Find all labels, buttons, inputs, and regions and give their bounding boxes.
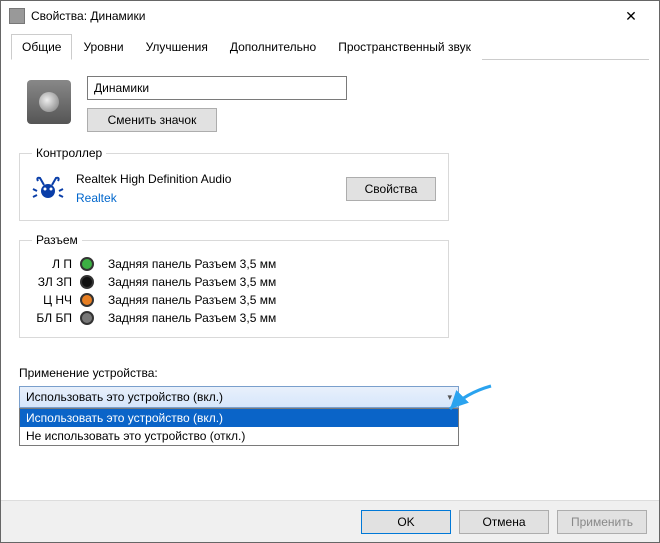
- controller-group: Контроллер Realtek High Definition Audio…: [19, 146, 449, 221]
- controller-properties-button[interactable]: Свойства: [346, 177, 436, 201]
- jacks-group: Разъем Л П Задняя панель Разъем 3,5 мм З…: [19, 233, 449, 338]
- jack-dot-orange: [80, 293, 94, 307]
- device-usage-select[interactable]: Использовать это устройство (вкл.) ▾ Исп…: [19, 386, 459, 408]
- jack-label: БЛ БП: [32, 311, 72, 325]
- jack-label: Л П: [32, 257, 72, 271]
- close-button[interactable]: ✕: [611, 1, 651, 31]
- jack-label: ЗЛ ЗП: [32, 275, 72, 289]
- ok-button[interactable]: OK: [361, 510, 451, 534]
- tab-levels[interactable]: Уровни: [72, 34, 134, 60]
- dialog-footer: OK Отмена Применить: [1, 500, 659, 542]
- tab-content-general: Сменить значок Контроллер Realtek High D…: [1, 60, 659, 424]
- controller-vendor-link[interactable]: Realtek: [76, 191, 117, 205]
- usage-option-disabled[interactable]: Не использовать это устройство (откл.): [20, 427, 458, 445]
- usage-option-enabled[interactable]: Использовать это устройство (вкл.): [20, 409, 458, 427]
- app-icon: [9, 8, 25, 24]
- jack-dot-green: [80, 257, 94, 271]
- device-usage-label: Применение устройства:: [19, 366, 641, 380]
- jacks-legend: Разъем: [32, 233, 82, 247]
- controller-legend: Контроллер: [32, 146, 106, 160]
- tab-general[interactable]: Общие: [11, 34, 72, 60]
- cancel-button[interactable]: Отмена: [459, 510, 549, 534]
- jack-label: Ц НЧ: [32, 293, 72, 307]
- jack-desc: Задняя панель Разъем 3,5 мм: [108, 311, 436, 325]
- select-value: Использовать это устройство (вкл.): [26, 390, 223, 404]
- realtek-icon: [32, 173, 64, 205]
- titlebar: Свойства: Динамики ✕: [1, 1, 659, 31]
- controller-name: Realtek High Definition Audio: [76, 170, 334, 189]
- device-name-input[interactable]: [87, 76, 347, 100]
- jack-dot-black: [80, 275, 94, 289]
- tab-bar: Общие Уровни Улучшения Дополнительно Про…: [11, 33, 649, 60]
- jack-dot-grey: [80, 311, 94, 325]
- change-icon-button[interactable]: Сменить значок: [87, 108, 217, 132]
- device-usage-dropdown: Использовать это устройство (вкл.) Не ис…: [19, 408, 459, 446]
- tab-enhancements[interactable]: Улучшения: [135, 34, 219, 60]
- apply-button[interactable]: Применить: [557, 510, 647, 534]
- tab-spatial[interactable]: Пространственный звук: [327, 34, 482, 60]
- speaker-icon: [27, 80, 71, 124]
- tab-advanced[interactable]: Дополнительно: [219, 34, 327, 60]
- jack-desc: Задняя панель Разъем 3,5 мм: [108, 257, 436, 271]
- jack-desc: Задняя панель Разъем 3,5 мм: [108, 293, 436, 307]
- jack-desc: Задняя панель Разъем 3,5 мм: [108, 275, 436, 289]
- chevron-down-icon: ▾: [447, 392, 452, 403]
- window-title: Свойства: Динамики: [31, 9, 611, 23]
